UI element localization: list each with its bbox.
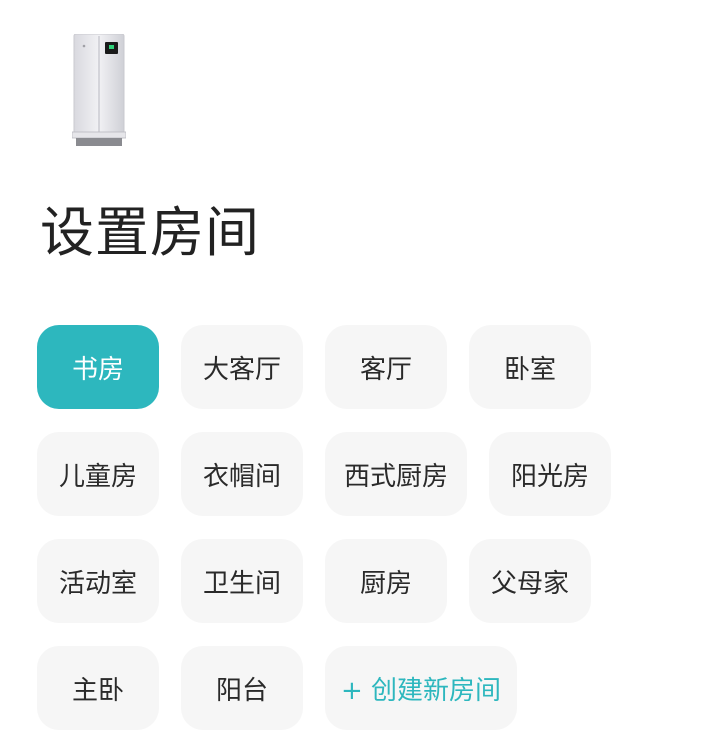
- room-chip-study[interactable]: 书房: [37, 325, 159, 409]
- room-chip-living-room[interactable]: 客厅: [325, 325, 447, 409]
- room-chip-master-bedroom[interactable]: 主卧: [37, 646, 159, 730]
- room-row: 活动室 卫生间 厨房 父母家: [37, 539, 697, 623]
- room-chip-balcony[interactable]: 阳台: [181, 646, 303, 730]
- room-chip-kitchen[interactable]: 厨房: [325, 539, 447, 623]
- page-title: 设置房间: [40, 201, 260, 264]
- room-chip-bathroom[interactable]: 卫生间: [181, 539, 303, 623]
- room-chip-western-kitchen[interactable]: 西式厨房: [325, 432, 467, 516]
- room-chip-grid: 书房 大客厅 客厅 卧室 儿童房 衣帽间 西式厨房 阳光房 活动室 卫生间 厨房…: [37, 325, 697, 742]
- room-chip-kids-room[interactable]: 儿童房: [37, 432, 159, 516]
- room-chip-activity-room[interactable]: 活动室: [37, 539, 159, 623]
- room-chip-bedroom[interactable]: 卧室: [469, 325, 591, 409]
- room-chip-parents-home[interactable]: 父母家: [469, 539, 591, 623]
- room-row: 书房 大客厅 客厅 卧室: [37, 325, 697, 409]
- room-chip-sunroom[interactable]: 阳光房: [489, 432, 611, 516]
- create-room-button[interactable]: + 创建新房间: [325, 646, 517, 730]
- room-row: 儿童房 衣帽间 西式厨房 阳光房: [37, 432, 697, 516]
- room-chip-closet[interactable]: 衣帽间: [181, 432, 303, 516]
- room-chip-large-living-room[interactable]: 大客厅: [181, 325, 303, 409]
- room-setup-page: 设置房间 书房 大客厅 客厅 卧室 儿童房 衣帽间 西式厨房 阳光房 活动室 卫…: [0, 0, 720, 742]
- air-purifier-icon: [72, 34, 126, 146]
- room-row: 主卧 阳台 + 创建新房间: [37, 646, 697, 730]
